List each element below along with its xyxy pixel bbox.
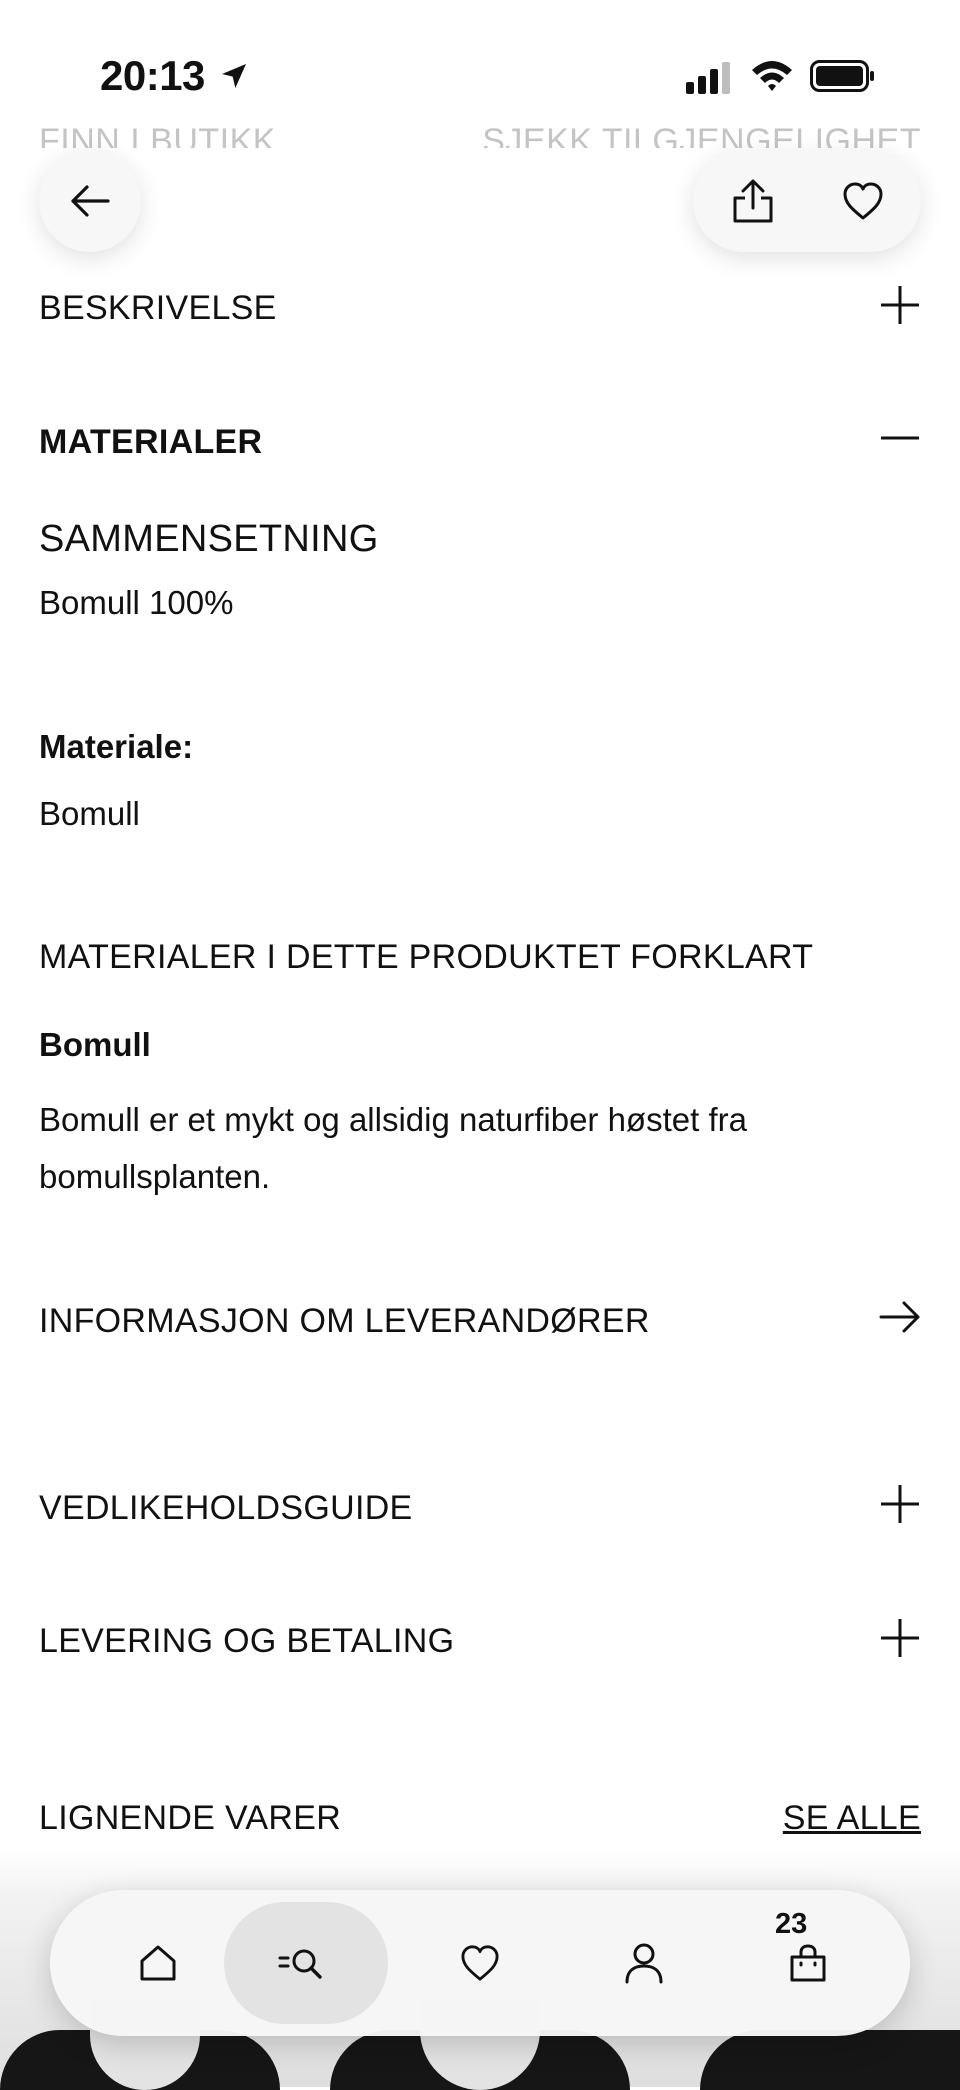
cart-count-badge: 23	[775, 1908, 808, 1940]
composition-value: Bomull 100%	[39, 584, 234, 621]
material-label: Materiale:	[39, 728, 194, 765]
tab-home[interactable]	[76, 1902, 240, 2024]
care-guide-title: VEDLIKEHOLDSGUIDE	[39, 1489, 413, 1527]
see-all-link[interactable]: SE ALLE	[783, 1799, 921, 1838]
search-menu-icon	[278, 1949, 322, 1979]
heart-icon	[843, 182, 883, 220]
materials-title[interactable]: MATERIALER	[39, 423, 262, 462]
material-name: Bomull	[39, 1026, 151, 1063]
composition-label: SAMMENSETNING	[39, 518, 379, 560]
share-icon	[733, 179, 773, 223]
material-description: Bomull er et mykt og allsidig naturfiber…	[39, 1101, 747, 1195]
plus-icon[interactable]	[879, 1483, 921, 1525]
shopping-bag-icon	[790, 1944, 826, 1982]
plus-icon[interactable]	[879, 1617, 921, 1659]
tab-account[interactable]	[562, 1902, 726, 2024]
arrow-left-icon	[71, 185, 110, 217]
wifi-icon	[752, 61, 792, 91]
delivery-title: LEVERING OG BETALING	[39, 1622, 455, 1660]
home-icon	[140, 1945, 176, 1981]
plus-icon[interactable]	[879, 284, 921, 326]
supplier-info-title: INFORMASJON OM LEVERANDØRER	[39, 1302, 650, 1340]
header-actions	[693, 150, 921, 252]
tab-cart[interactable]	[726, 1902, 890, 2024]
similar-items-title: LIGNENDE VARER	[39, 1799, 342, 1837]
favorite-button[interactable]	[811, 150, 915, 252]
product-image[interactable]	[700, 2030, 960, 2090]
arrow-right-icon[interactable]	[879, 1296, 921, 1338]
status-time: 20:13	[100, 52, 205, 99]
person-icon	[625, 1943, 663, 1984]
share-button[interactable]	[701, 150, 805, 252]
description-title: BESKRIVELSE	[39, 289, 277, 327]
tab-favorites[interactable]	[398, 1902, 562, 2024]
heart-icon	[461, 1945, 499, 1981]
back-button[interactable]	[39, 150, 141, 252]
tab-search[interactable]	[224, 1902, 388, 2024]
materials-explained-title: MATERIALER I DETTE PRODUKTET FORKLART	[39, 938, 814, 976]
minus-icon[interactable]	[879, 417, 921, 459]
location-arrow-icon	[222, 64, 246, 88]
battery-icon	[810, 60, 874, 92]
material-value: Bomull	[39, 795, 140, 832]
cellular-signal-icon	[686, 62, 730, 94]
